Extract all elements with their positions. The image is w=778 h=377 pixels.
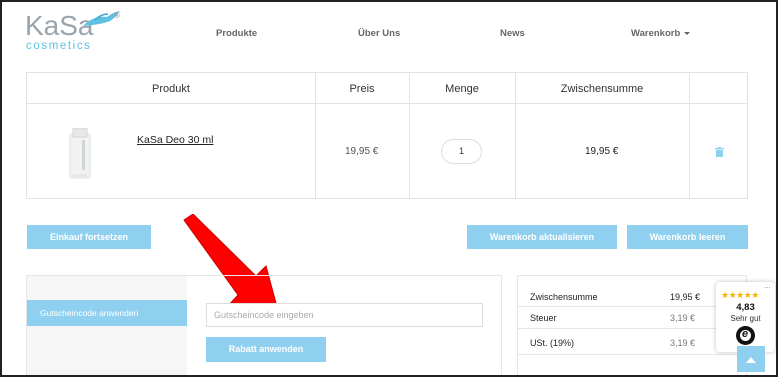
totals-divider — [518, 354, 746, 355]
trash-icon[interactable] — [715, 147, 724, 157]
product-price: 19,95 € — [345, 146, 379, 157]
nav-item-warenkorb-label: Warenkorb — [631, 28, 681, 39]
totals-value-tax: 3,19 € — [670, 313, 696, 323]
column-header-preis: Preis — [349, 83, 375, 95]
nav-item-ueber-uns[interactable]: Über Uns — [358, 28, 400, 39]
cart-totals: Zwischensumme 19,95 € Steuer 3,19 € USt.… — [517, 275, 747, 375]
totals-value-vat: 3,19 € — [670, 338, 696, 348]
trusted-shops-badge[interactable]: ★★★★★ ... 4,83 Sehr gut e — [716, 281, 775, 352]
table-divider — [689, 73, 690, 198]
rating-score: 4,83 — [736, 302, 755, 313]
continue-shopping-button[interactable]: Einkauf fortsetzen — [27, 225, 151, 249]
column-header-menge: Menge — [445, 83, 479, 95]
coupon-sidebar — [27, 276, 187, 375]
nav-item-news[interactable]: News — [500, 28, 525, 39]
page-frame: KaSa ® cosmetics Produkte Über Uns News … — [0, 0, 778, 377]
table-header-divider — [27, 103, 747, 104]
totals-divider — [518, 306, 746, 307]
registered-mark: ® — [114, 11, 120, 20]
totals-label-vat: USt. (19%) — [530, 338, 575, 348]
trusted-shops-logo-icon: e — [736, 326, 755, 345]
logo-sub: cosmetics — [26, 40, 92, 52]
chevron-down-icon — [684, 31, 691, 35]
more-options-icon[interactable]: ... — [764, 281, 771, 290]
update-cart-button[interactable]: Warenkorb aktualisieren — [467, 225, 617, 249]
coupon-code-input[interactable] — [206, 303, 483, 327]
coupon-tab[interactable]: Gutscheincode anwenden — [27, 300, 187, 326]
logo[interactable]: KaSa ® cosmetics — [25, 8, 125, 54]
rating-stars: ★★★★★ — [721, 290, 759, 300]
empty-cart-button[interactable]: Warenkorb leeren — [627, 225, 748, 249]
nav-item-warenkorb[interactable]: Warenkorb — [631, 28, 691, 39]
totals-label-tax: Steuer — [530, 313, 557, 323]
totals-divider — [518, 328, 746, 329]
quantity-input[interactable]: 1 — [441, 139, 482, 164]
column-header-zwischensumme: Zwischensumme — [560, 83, 644, 95]
totals-label-subtotal: Zwischensumme — [530, 292, 598, 302]
apply-discount-button[interactable]: Rabatt anwenden — [206, 337, 326, 362]
rating-label: Sehr gut — [730, 314, 761, 323]
coupon-panel: Gutscheincode anwenden Rabatt anwenden — [26, 275, 502, 375]
totals-value-subtotal: 19,95 € — [670, 292, 701, 302]
nav-item-produkte[interactable]: Produkte — [216, 28, 257, 39]
product-subtotal: 19,95 € — [585, 146, 619, 157]
cart-table: Produkt Preis Menge Zwischensumme KaSa D… — [26, 72, 748, 199]
column-header-produkt: Produkt — [152, 83, 190, 95]
product-image[interactable] — [67, 128, 93, 180]
scroll-to-top-button[interactable] — [737, 346, 765, 372]
trusted-shops-logo-letter: e — [742, 328, 749, 340]
product-name-link[interactable]: KaSa Deo 30 ml — [137, 134, 213, 146]
